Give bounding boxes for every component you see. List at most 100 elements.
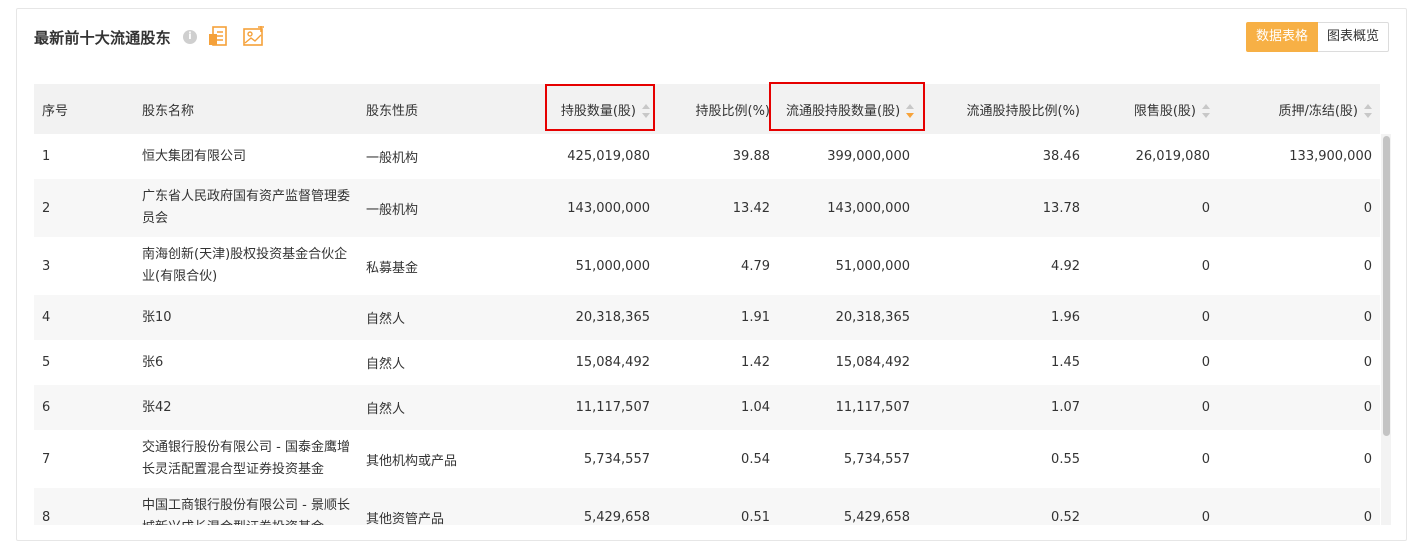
info-icon[interactable]: i	[183, 30, 197, 44]
pledged-cell: 0	[1363, 258, 1372, 274]
chart-overview-tab[interactable]: 图表概览	[1317, 22, 1389, 52]
float-shares-cell: 11,117,507	[835, 400, 910, 415]
table-row[interactable]: 8 中国工商银行股份有限公司 - 景顺长城新兴成长混合型证券投资基金 其他资管产品 5…	[34, 488, 1380, 525]
name-cell: 中国工商银行股份有限公司 - 景顺长城新兴成长混合型证券投资基金	[142, 498, 350, 525]
rank-cell: 4	[42, 310, 51, 325]
rank-cell: 5	[42, 355, 51, 370]
float-ratio-cell: 0.55	[1051, 451, 1080, 467]
ratio-cell: 1.04	[741, 400, 770, 415]
rank-cell: 8	[42, 509, 51, 525]
table-row[interactable]: 1 恒大集团有限公司 一般机构 425,019,080 39.88 399,000,000…	[34, 134, 1380, 179]
ratio-cell: 1.42	[741, 355, 770, 370]
float-ratio-cell: 1.07	[1051, 400, 1080, 415]
shares-cell: 5,429,658	[583, 509, 650, 525]
col-header-pledged-label: 质押/冻结(股)	[1278, 103, 1358, 119]
name-cell: 张42	[142, 399, 172, 415]
float-ratio-cell: 1.45	[1051, 355, 1080, 370]
col-header-float-shares-label: 流通股持股数量(股)	[786, 103, 901, 119]
col-header-ratio: 持股比例(%)	[695, 103, 771, 119]
ratio-cell: 0.54	[741, 451, 770, 467]
pledged-cell: 0	[1363, 451, 1372, 467]
type-cell: 一般机构	[366, 151, 419, 166]
name-cell: 交通银行股份有限公司 - 国泰金鹰增长灵活配置混合型证券投资基金	[142, 440, 350, 477]
name-cell: 广东省人民政府国有资产监督管理委员会	[142, 189, 351, 226]
type-cell: 自然人	[366, 312, 406, 327]
col-header-pledged[interactable]: 质押/冻结(股)	[1218, 84, 1380, 134]
table-header-row: 序号 股东名称 股东性质 持股数量(股) 持股比例(%) 流通股持股数量(股) …	[34, 84, 1380, 134]
float-shares-cell: 51,000,000	[835, 258, 910, 274]
ratio-cell: 13.42	[732, 200, 770, 216]
float-shares-cell: 15,084,492	[835, 355, 910, 370]
pledged-cell: 0	[1363, 509, 1372, 525]
table-row[interactable]: 5 张6 自然人 15,084,492 1.42 15,084,492 1.45 0 0	[34, 340, 1380, 385]
ratio-cell: 0.51	[741, 509, 770, 525]
col-header-shares[interactable]: 持股数量(股)	[498, 84, 658, 134]
sort-icon[interactable]	[642, 104, 650, 118]
restricted-cell: 0	[1201, 451, 1210, 467]
restricted-cell: 0	[1201, 310, 1210, 325]
float-ratio-cell: 0.52	[1051, 509, 1080, 525]
table-row[interactable]: 3 南海创新(天津)股权投资基金合伙企业(有限合伙) 私募基金 51,000,000 4…	[34, 237, 1380, 295]
type-cell: 一般机构	[366, 202, 419, 218]
top-shareholders-panel: 最新前十大流通股东 i 数据表格 图表概览 序号 股东名称 股东性质 持股数量(…	[16, 8, 1407, 541]
data-table-tab[interactable]: 数据表格	[1245, 22, 1318, 52]
ratio-cell: 4.79	[741, 258, 770, 274]
col-header-float-shares[interactable]: 流通股持股数量(股)	[778, 84, 918, 134]
pledged-cell: 0	[1363, 310, 1372, 325]
name-cell: 恒大集团有限公司	[142, 148, 247, 164]
float-shares-cell: 5,734,557	[843, 451, 910, 467]
float-shares-cell: 399,000,000	[827, 149, 910, 164]
restricted-cell: 26,019,080	[1135, 149, 1210, 164]
col-header-float-ratio: 流通股持股比例(%)	[966, 103, 1081, 119]
table-row[interactable]: 4 张10 自然人 20,318,365 1.91 20,318,365 1.96 0 0	[34, 295, 1380, 340]
restricted-cell: 0	[1201, 400, 1210, 415]
rank-cell: 2	[42, 200, 51, 216]
rank-cell: 3	[42, 258, 51, 274]
table-row[interactable]: 2 广东省人民政府国有资产监督管理委员会 一般机构 143,000,000 13.42 1…	[34, 179, 1380, 237]
sort-desc-active-icon[interactable]	[906, 104, 915, 118]
sort-icon[interactable]	[1202, 104, 1210, 118]
col-header-restricted-label: 限售股(股)	[1133, 103, 1196, 119]
rank-cell: 7	[42, 451, 51, 467]
table-row[interactable]: 7 交通银行股份有限公司 - 国泰金鹰增长灵活配置混合型证券投资基金 其他机构或产品…	[34, 430, 1380, 488]
float-ratio-cell: 4.92	[1051, 258, 1080, 274]
float-shares-cell: 143,000,000	[827, 200, 910, 216]
ratio-cell: 1.91	[741, 310, 770, 325]
shares-cell: 20,318,365	[575, 310, 650, 325]
type-cell: 自然人	[366, 357, 406, 372]
panel-title: 最新前十大流通股东	[34, 29, 171, 47]
export-document-icon[interactable]	[209, 26, 229, 48]
float-shares-cell: 5,429,658	[843, 509, 910, 525]
pledged-cell: 0	[1363, 355, 1372, 370]
pledged-cell: 133,900,000	[1289, 149, 1372, 164]
restricted-cell: 0	[1201, 355, 1210, 370]
panel-header: 最新前十大流通股东 i 数据表格 图表概览	[17, 9, 1406, 65]
shares-cell: 425,019,080	[567, 149, 650, 164]
shares-cell: 5,734,557	[583, 451, 650, 467]
restricted-cell: 0	[1201, 258, 1210, 274]
type-cell: 其他资管产品	[366, 511, 445, 526]
shares-cell: 51,000,000	[575, 258, 650, 274]
shares-cell: 15,084,492	[575, 355, 650, 370]
name-cell: 张6	[142, 354, 164, 370]
restricted-cell: 0	[1201, 509, 1210, 525]
name-cell: 张10	[142, 309, 172, 325]
col-header-restricted[interactable]: 限售股(股)	[1088, 84, 1218, 134]
pledged-cell: 0	[1363, 200, 1372, 216]
float-ratio-cell: 13.78	[1042, 200, 1080, 216]
ratio-cell: 39.88	[732, 149, 770, 164]
export-image-icon[interactable]	[243, 26, 265, 48]
shares-cell: 143,000,000	[567, 200, 650, 216]
restricted-cell: 0	[1201, 200, 1210, 216]
float-ratio-cell: 38.46	[1042, 149, 1080, 164]
col-header-rank: 序号	[42, 103, 69, 119]
pledged-cell: 0	[1363, 400, 1372, 415]
float-ratio-cell: 1.96	[1051, 310, 1080, 325]
vertical-scrollbar-thumb[interactable]	[1383, 136, 1390, 436]
name-cell: 南海创新(天津)股权投资基金合伙企业(有限合伙)	[142, 247, 348, 284]
view-toggle: 数据表格 图表概览	[1245, 22, 1389, 52]
type-cell: 私募基金	[366, 260, 419, 276]
shareholders-table-container[interactable]: 序号 股东名称 股东性质 持股数量(股) 持股比例(%) 流通股持股数量(股) …	[34, 84, 1391, 525]
sort-icon[interactable]	[1364, 104, 1372, 118]
table-row[interactable]: 6 张42 自然人 11,117,507 1.04 11,117,507 1.07 0 0	[34, 385, 1380, 430]
